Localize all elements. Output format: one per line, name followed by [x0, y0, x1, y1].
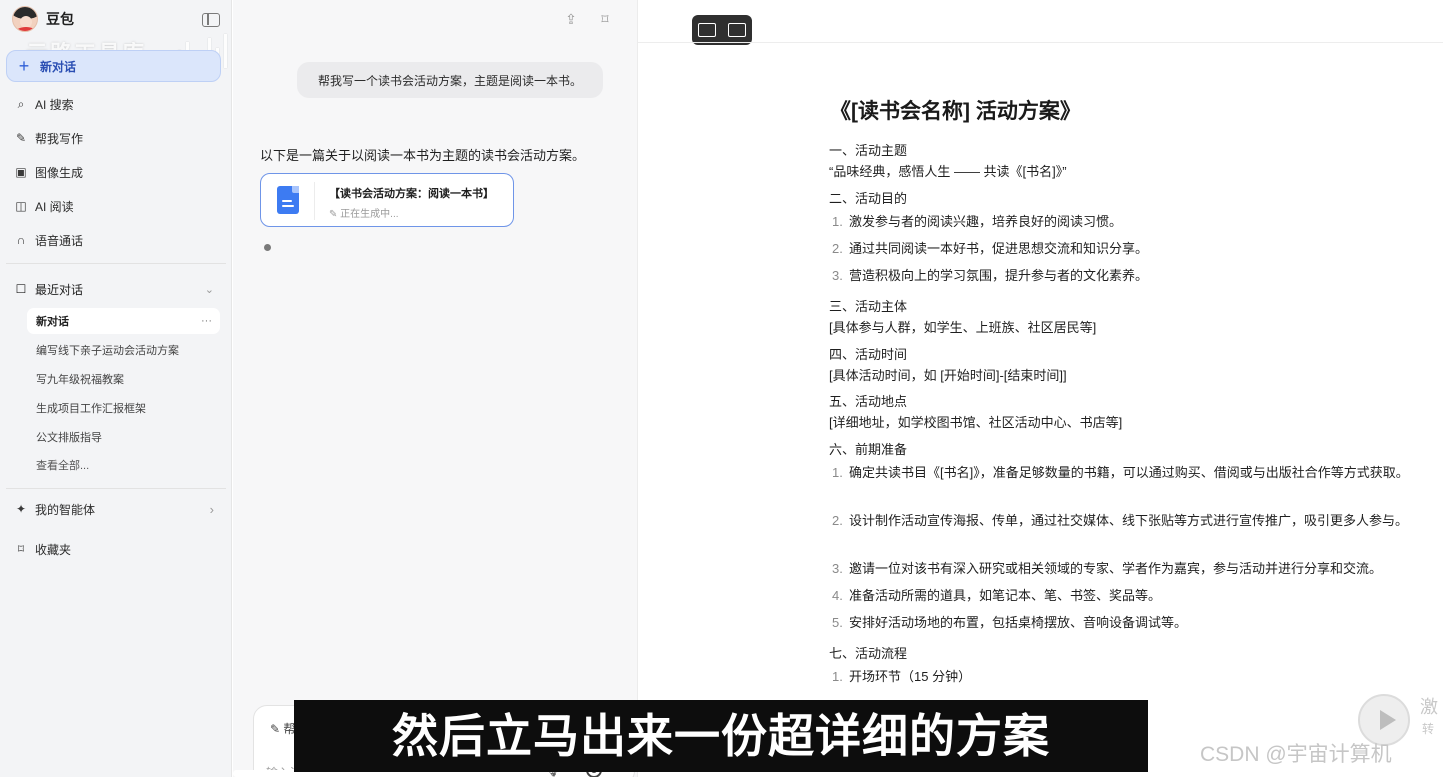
new-chat-button[interactable]: + 新对话 [6, 50, 221, 82]
recent-item[interactable]: 公文排版指导 [27, 424, 220, 450]
chat-panel: ⇪ ⌑ 帮我写一个读书会活动方案，主题是阅读一本书。 以下是一篇关于以阅读一本书… [233, 0, 638, 777]
user-message-bubble: 帮我写一个读书会活动方案，主题是阅读一本书。 [297, 62, 603, 98]
recent-item[interactable]: 写九年级祝福教案 [27, 366, 220, 392]
divider [314, 182, 315, 220]
list-item: 2. 通过共同阅读一本好书，促进思想交流和知识分享。 [832, 241, 1149, 256]
recent-item[interactable]: 生成项目工作汇报框架 [27, 395, 220, 421]
nav-label: 我的智能体 [35, 502, 96, 517]
document-title: 《[读书会名称] 活动方案》 [830, 100, 1081, 123]
recent-item-active[interactable]: 新对话 ··· [27, 308, 220, 334]
chevron-right-icon: › [209, 501, 214, 517]
typing-indicator [264, 244, 271, 251]
chat-bubble-icon: ☐ [15, 282, 27, 296]
more-options-icon[interactable]: ··· [201, 315, 212, 327]
recent-title: 最近对话 [35, 282, 84, 297]
section-body: [详细地址，如学校图书馆、社区活动中心、书店等] [829, 415, 1123, 430]
nav-image-gen[interactable]: ▣ 图像生成 [14, 162, 83, 182]
sparkle-icon: ✦ [15, 502, 27, 516]
side-hint-text: 激 [1420, 697, 1438, 717]
list-item: 1. 激发参与者的阅读兴趣，培养良好的阅读习惯。 [832, 214, 1123, 229]
list-item: 2. 设计制作活动宣传海报、传单，通过社交媒体、线下张贴等方式进行宣传推广，吸引更… [832, 513, 1409, 528]
list-item: 4. 准备活动所需的道具，如笔记本、笔、书签、奖品等。 [832, 588, 1162, 603]
pen-icon: ✎ [15, 131, 27, 145]
video-expand-icon[interactable] [728, 23, 746, 37]
nav-label: AI 搜索 [35, 97, 74, 112]
nav-label: 帮我写作 [35, 131, 84, 146]
section-heading: 二、活动目的 [829, 191, 908, 206]
section-heading: 七、活动流程 [829, 646, 908, 661]
view-all-label: 查看全部... [36, 460, 90, 472]
recent-item-label: 编写线下亲子运动会活动方案 [36, 345, 179, 357]
assistant-reply-text: 以下是一篇关于以阅读一本书为主题的读书会活动方案。 [260, 148, 586, 163]
doc-card-status: ✎ 正在生成中... [329, 205, 399, 220]
plus-icon: + [18, 55, 30, 76]
doc-card-status-text: 正在生成中... [340, 209, 399, 220]
nav-favorites[interactable]: ⌑ 收藏夹 [14, 539, 71, 559]
recent-item[interactable]: 编写线下亲子运动会活动方案 [27, 337, 220, 363]
video-player-controls[interactable] [692, 15, 752, 45]
sidebar-toggle-icon[interactable] [202, 13, 220, 27]
headphone-icon: ∩ [16, 233, 26, 247]
brand-name: 豆包 [46, 11, 74, 27]
list-item: 5. 安排好活动场地的布置，包括桌椅摆放、音响设备调试等。 [832, 615, 1188, 630]
list-item: 1. 确定共读书目《[书名]》，准备足够数量的书籍，可以通过购买、借阅或与出版社合… [832, 465, 1409, 480]
image-icon: ▣ [15, 165, 27, 179]
list-item: 1. 开场环节（15 分钟） [832, 669, 972, 684]
sidebar: 豆包 云路工具库 + 新对话 ⌕ AI 搜索 ✎ 帮我写作 ▣ 图像生成 ◫ A… [0, 0, 273, 777]
divider [6, 263, 226, 264]
nav-label: 收藏夹 [35, 542, 72, 557]
section-heading: 一、活动主题 [829, 143, 908, 158]
pen-icon: ✎ [329, 209, 341, 220]
recent-item-label: 生成项目工作汇报框架 [36, 403, 146, 415]
section-heading: 四、活动时间 [829, 347, 908, 362]
divider [6, 488, 226, 489]
book-icon: ◫ [15, 199, 27, 213]
new-chat-label: 新对话 [40, 59, 77, 74]
search-icon: ⌕ [17, 96, 25, 111]
section-heading: 三、活动主体 [829, 299, 908, 314]
nav-ai-search[interactable]: ⌕ AI 搜索 [14, 94, 74, 114]
doc-card-title: 【读书会活动方案：阅读一本书】 [329, 188, 494, 200]
list-item: 3. 营造积极向上的学习氛围，提升参与者的文化素养。 [832, 268, 1149, 283]
bookmark-icon[interactable]: ⌑ [597, 11, 613, 27]
subtitle-text: 然后立马出来一份超详细的方案 [392, 709, 1050, 763]
recent-item-label: 新对话 [36, 316, 69, 328]
document-icon [277, 186, 299, 214]
recent-chats-header[interactable]: ☐ 最近对话 ⌄ [14, 280, 214, 298]
recent-item-label: 公文排版指导 [36, 432, 102, 444]
nav-writing[interactable]: ✎ 帮我写作 [14, 128, 83, 148]
view-all-link[interactable]: 查看全部... [27, 452, 220, 478]
generated-doc-card[interactable]: 【读书会活动方案：阅读一本书】 ✎ 正在生成中... [260, 173, 514, 227]
avatar [12, 6, 38, 32]
nav-my-agents[interactable]: ✦ 我的智能体 › [14, 499, 214, 519]
section-heading: 五、活动地点 [829, 394, 908, 409]
nav-voice-call[interactable]: ∩ 语音通话 [14, 230, 83, 250]
recent-item-label: 写九年级祝福教案 [36, 374, 124, 386]
brand[interactable]: 豆包 [12, 6, 74, 32]
section-body: “品味经典，感悟人生 —— 共读《[书名]》” [829, 164, 1067, 179]
chevron-down-icon[interactable]: ⌄ [205, 283, 214, 296]
nav-label: 图像生成 [35, 165, 84, 180]
nav-ai-reading[interactable]: ◫ AI 阅读 [14, 196, 74, 216]
share-icon[interactable]: ⇪ [563, 11, 579, 27]
section-body: [具体参与人群，如学生、上班族、社区居民等] [829, 320, 1097, 335]
side-hint-text: 转 [1422, 722, 1435, 736]
video-subtitle: 然后立马出来一份超详细的方案 [294, 700, 1148, 772]
section-body: [具体活动时间，如 [开始时间]-[结束时间]] [829, 368, 1067, 383]
divider [638, 42, 1443, 43]
picture-in-picture-icon[interactable] [698, 23, 716, 37]
csdn-watermark: CSDN @宇宙计算机 [1200, 743, 1392, 766]
nav-label: AI 阅读 [35, 199, 74, 214]
section-heading: 六、前期准备 [829, 442, 908, 457]
list-item: 3. 邀请一位对该书有深入研究或相关领域的专家、学者作为嘉宾，参与活动并进行分享和… [832, 561, 1383, 576]
bookmark-icon: ⌑ [17, 542, 25, 556]
document-panel: 《[读书会名称] 活动方案》 一、活动主题 “品味经典，感悟人生 —— 共读《[… [638, 0, 1443, 777]
write-mode-chip[interactable]: ✎ 帮 [270, 720, 295, 737]
nav-label: 语音通话 [35, 233, 84, 248]
